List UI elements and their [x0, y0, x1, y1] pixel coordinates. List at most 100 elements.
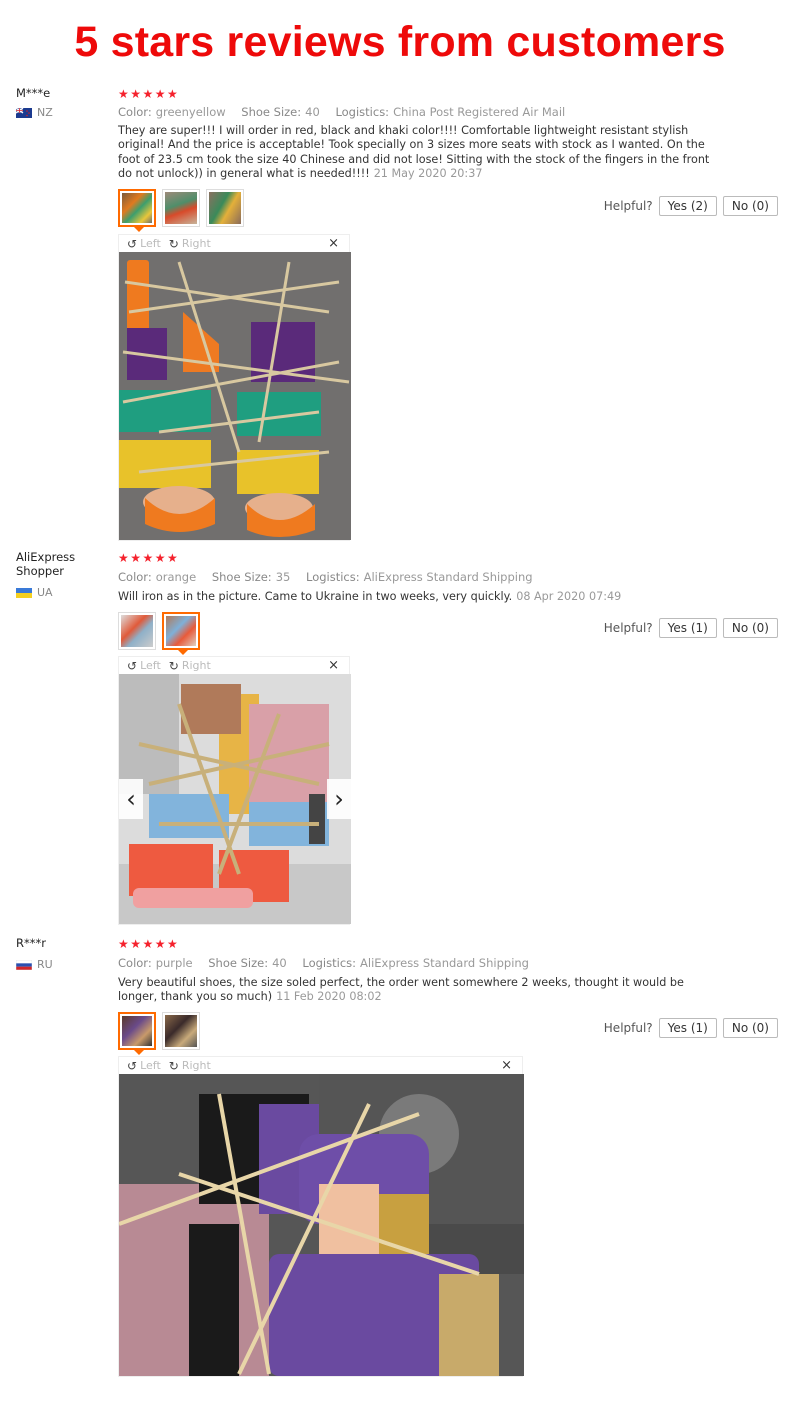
helpful-votes: Helpful? Yes (1) No (0) [604, 1018, 778, 1038]
rotate-right-icon: ↻ [168, 236, 179, 251]
review-photo [119, 252, 351, 540]
rotate-right-button[interactable]: ↻ Right [169, 659, 211, 673]
size-value: 40 [305, 105, 320, 119]
helpful-no-button[interactable]: No (0) [722, 196, 778, 216]
helpful-yes-button[interactable]: Yes (1) [658, 618, 717, 638]
review-photo [119, 1074, 524, 1376]
helpful-no-button[interactable]: No (0) [722, 1018, 778, 1038]
order-info: Color: greenyellow Shoe Size: 40 Logistics… [118, 105, 577, 119]
size-value: 40 [272, 956, 287, 970]
rotate-right-icon: ↻ [168, 1058, 179, 1073]
buyer-name: AliExpress Shopper [16, 550, 76, 578]
rotate-right-button[interactable]: ↻ Right [169, 237, 211, 251]
buyer-country: UA [16, 586, 53, 599]
rotate-left-label: Left [140, 659, 161, 672]
color-value: greenyellow [155, 105, 226, 119]
logistics-label: Logistics: [335, 105, 390, 119]
photo-thumbnail[interactable] [118, 612, 156, 650]
photo-thumbnail[interactable] [118, 189, 156, 232]
photo-viewer: ↺ Left ↻ Right × [118, 1056, 524, 1377]
rotate-right-label: Right [181, 237, 211, 250]
buyer-country: NZ [16, 106, 53, 119]
rotate-left-label: Left [140, 237, 161, 250]
photo-thumbnail[interactable] [162, 1012, 200, 1050]
review-body: Will iron as in the picture. Came to Ukr… [118, 590, 513, 603]
size-label: Shoe Size: [211, 570, 272, 584]
size-label: Shoe Size: [241, 105, 302, 119]
close-icon[interactable]: × [328, 658, 339, 673]
photo-thumbnails [118, 189, 244, 232]
buyer-name: M***e [16, 86, 51, 100]
photo-thumbnails [118, 612, 200, 655]
close-icon[interactable]: × [328, 236, 339, 251]
helpful-yes-button[interactable]: Yes (1) [658, 1018, 717, 1038]
review-text: Will iron as in the picture. Came to Ukr… [118, 590, 713, 604]
color-value: orange [155, 570, 197, 584]
helpful-label: Helpful? [603, 621, 653, 635]
photo-thumbnails [118, 1012, 200, 1055]
helpful-yes-button[interactable]: Yes (2) [658, 196, 717, 216]
review-card: M***e NZ ★★★★★ Color: greenyellow Shoe Si… [0, 86, 800, 542]
photo-thumbnail[interactable] [162, 189, 200, 227]
ua-flag-icon [16, 587, 32, 598]
prev-photo-button[interactable]: ‹ [119, 779, 143, 819]
helpful-label: Helpful? [603, 1021, 653, 1035]
color-label: Color: [118, 956, 152, 970]
helpful-votes: Helpful? Yes (2) No (0) [604, 196, 778, 216]
helpful-no-button[interactable]: No (0) [722, 618, 778, 638]
helpful-label: Helpful? [603, 199, 653, 213]
rotate-left-icon: ↺ [127, 236, 138, 251]
rotate-left-icon: ↺ [127, 1058, 138, 1073]
rotate-left-button[interactable]: ↺ Left [127, 1059, 161, 1073]
rotate-left-button[interactable]: ↺ Left [127, 659, 161, 673]
rotate-right-button[interactable]: ↻ Right [169, 1059, 211, 1073]
buyer-name: R***r [16, 936, 46, 950]
viewer-toolbar: ↺ Left ↻ Right × [119, 657, 349, 674]
helpful-votes: Helpful? Yes (1) No (0) [604, 618, 778, 638]
chevron-left-icon: ‹ [126, 785, 136, 813]
page-banner-title: 5 stars reviews from customers [74, 18, 726, 66]
logistics-value: China Post Registered Air Mail [393, 105, 566, 119]
photo-thumbnail[interactable] [118, 1012, 156, 1055]
photo-thumbnail[interactable] [206, 189, 244, 227]
rotate-right-icon: ↻ [168, 658, 179, 673]
review-text: They are super!!! I will order in red, b… [118, 124, 713, 181]
size-value: 35 [275, 570, 291, 584]
review-photo: ‹ › [119, 674, 351, 924]
photo-thumbnail[interactable] [162, 612, 200, 655]
logistics-value: AliExpress Standard Shipping [363, 570, 533, 584]
review-card: AliExpress Shopper UA ★★★★★ Color: orange… [0, 550, 800, 928]
ru-flag-icon [16, 959, 32, 970]
rotate-left-label: Left [140, 1059, 161, 1072]
country-code: NZ [37, 106, 53, 119]
photo-viewer: ↺ Left ↻ Right × [118, 234, 351, 541]
logistics-label: Logistics: [305, 570, 360, 584]
buyer-country: RU [16, 958, 53, 971]
order-info: Color: orange Shoe Size: 35 Logistics: AliE… [118, 570, 545, 584]
color-value: purple [155, 956, 193, 970]
close-icon[interactable]: × [501, 1058, 512, 1073]
logistics-value: AliExpress Standard Shipping [360, 956, 529, 970]
size-label: Shoe Size: [208, 956, 269, 970]
color-label: Color: [118, 105, 152, 119]
review-date: 08 Apr 2020 07:49 [516, 590, 622, 603]
color-label: Color: [118, 570, 152, 584]
nz-flag-icon [16, 107, 32, 118]
rotate-left-icon: ↺ [127, 658, 138, 673]
photo-viewer: ↺ Left ↻ Right × ‹ › [118, 656, 351, 925]
rotate-left-button[interactable]: ↺ Left [127, 237, 161, 251]
star-rating: ★★★★★ [118, 937, 180, 951]
review-card: R***r RU ★★★★★ Color: purple Shoe Size: 40… [0, 936, 800, 1386]
logistics-label: Logistics: [302, 956, 357, 970]
next-photo-button[interactable]: › [327, 779, 351, 819]
order-info: Color: purple Shoe Size: 40 Logistics: AliE… [118, 956, 541, 970]
chevron-right-icon: › [334, 785, 344, 813]
star-rating: ★★★★★ [118, 551, 180, 565]
viewer-toolbar: ↺ Left ↻ Right × [119, 235, 349, 252]
review-text: Very beautiful shoes, the size soled per… [118, 976, 713, 1005]
star-rating: ★★★★★ [118, 87, 180, 101]
viewer-toolbar: ↺ Left ↻ Right × [119, 1057, 522, 1074]
rotate-right-label: Right [181, 1059, 211, 1072]
rotate-right-label: Right [181, 659, 211, 672]
review-date: 11 Feb 2020 08:02 [276, 990, 382, 1004]
